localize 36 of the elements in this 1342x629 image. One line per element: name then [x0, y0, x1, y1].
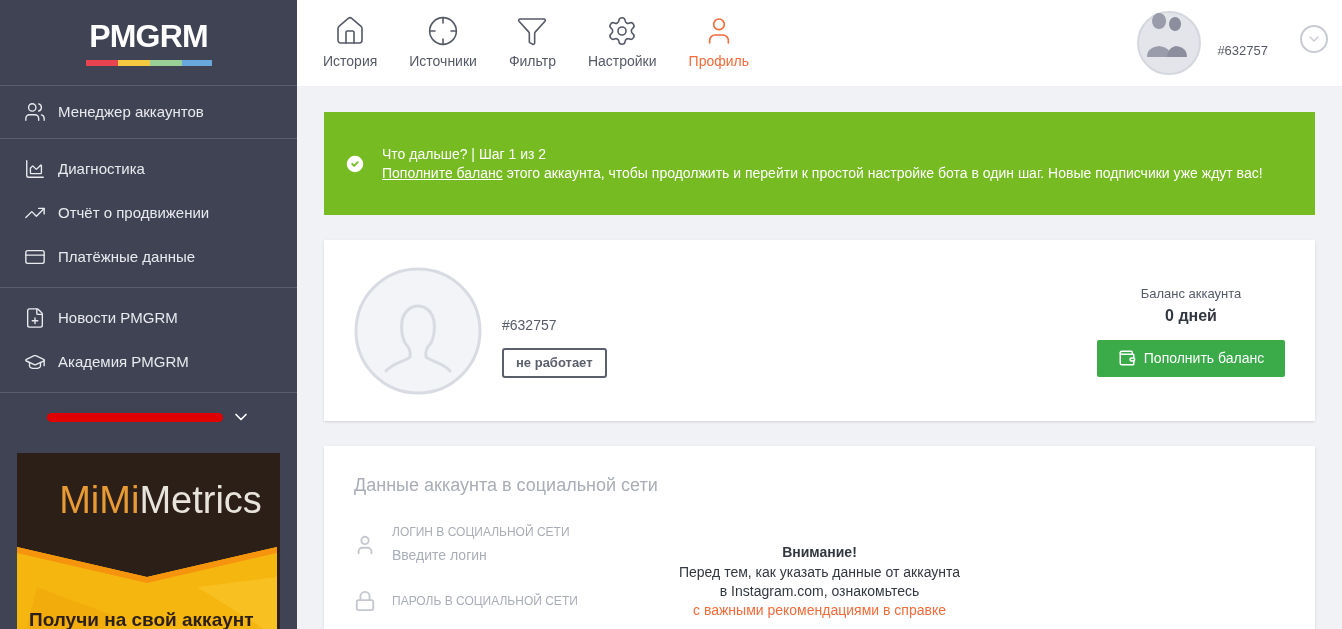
nav-tab[interactable]: Источники [397, 0, 489, 86]
user-id: #632757 [1217, 42, 1268, 61]
field-label: ЛОГИН В СОЦИАЛЬНОЙ СЕТИ [392, 523, 571, 541]
login-field[interactable]: Введите логин [392, 545, 692, 566]
ad-brand: MiMiMetrics [59, 481, 262, 519]
avatar-placeholder-icon [354, 266, 482, 395]
check-circle-icon [344, 152, 366, 175]
nav-tab[interactable]: Фильтр [496, 0, 568, 86]
sidebar-item[interactable]: Академия PMGRM [0, 340, 297, 384]
sidebar-item[interactable]: Менеджер аккаунтов [0, 90, 297, 134]
sidebar-item[interactable]: Новости PMGRM [0, 296, 297, 340]
notice-text: Перед тем, как указать данные от аккаунта в Instagram.com, ознакомьтесь [677, 563, 962, 601]
wallet-icon [1117, 349, 1136, 368]
alert-title: Что дальше? | Шаг 1 из 2 [382, 144, 548, 164]
avatar-icon[interactable] [1137, 11, 1202, 75]
alert-message: Пополните баланс этого аккаунта, чтобы продолжить и перейти к простой настройке бота в один шаг. Новые подписчики уже ждут вас! [382, 163, 1263, 183]
profile-id: #632757 [502, 316, 558, 336]
nav-tab[interactable]: История [311, 0, 390, 86]
dropdown-button[interactable] [1300, 25, 1328, 53]
field-label: ПАРОЛЬ В СОЦИАЛЬНОЙ СЕТИ [392, 592, 578, 610]
users-icon [24, 101, 46, 123]
status-badge: не работает [502, 348, 607, 378]
balance-value: 0 дней [1165, 305, 1217, 326]
color-stripe-icon [85, 59, 212, 66]
balance-label: Баланс аккаунта [1140, 285, 1242, 304]
sidebar-item[interactable]: Диагностика [0, 147, 297, 191]
sidebar-item[interactable]: Платёжные данные [0, 235, 297, 279]
lock-icon [354, 590, 376, 612]
sidebar-item[interactable]: Отчёт о продвижении [0, 191, 297, 235]
nav-tab[interactable]: Настройки [575, 0, 669, 86]
chart-icon [24, 158, 46, 180]
file-plus-icon [24, 307, 46, 329]
crosshair-icon [427, 14, 460, 47]
notice-title: Внимание! [782, 543, 857, 562]
section-title: Данные аккаунта в социальной сети [354, 474, 659, 497]
logo[interactable]: PMGRM [89, 19, 208, 52]
